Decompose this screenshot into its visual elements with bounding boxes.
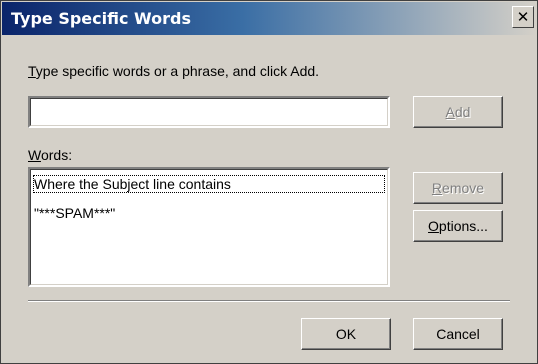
- remove-access-key: R: [431, 180, 443, 196]
- words-list[interactable]: Where the Subject line contains "***SPAM…: [28, 167, 390, 287]
- instructions-access-key: T: [28, 63, 36, 79]
- list-item[interactable]: "***SPAM***": [33, 204, 385, 222]
- word-input[interactable]: [33, 101, 385, 123]
- add-label: dd: [454, 104, 471, 120]
- close-icon: ✕: [516, 8, 530, 26]
- options-button[interactable]: Options...: [413, 210, 503, 242]
- words-access-key: W: [28, 147, 41, 163]
- separator: [28, 300, 510, 302]
- instructions-text: ype specific words or a phrase, and clic…: [35, 63, 320, 79]
- cancel-button[interactable]: Cancel: [413, 318, 503, 350]
- words-label-text: ords:: [40, 147, 73, 163]
- instructions-label: Type specific words or a phrase, and cli…: [28, 63, 319, 79]
- remove-button[interactable]: Remove: [413, 172, 503, 204]
- options-label: ptions...: [438, 218, 488, 234]
- add-access-key: A: [445, 104, 455, 120]
- close-button[interactable]: ✕: [512, 6, 534, 28]
- list-item[interactable]: Where the Subject line contains: [33, 175, 385, 193]
- ok-button[interactable]: OK: [301, 318, 391, 350]
- words-label: Words:: [28, 147, 72, 163]
- add-button[interactable]: Add: [413, 96, 503, 128]
- title-bar[interactable]: Type Specific Words ✕: [2, 2, 536, 35]
- options-access-key: O: [428, 218, 439, 234]
- dialog-title: Type Specific Words: [11, 9, 191, 28]
- remove-label: emove: [442, 180, 485, 196]
- word-input-frame: [28, 96, 390, 128]
- type-specific-words-dialog: Type Specific Words ✕ Type specific word…: [0, 0, 538, 364]
